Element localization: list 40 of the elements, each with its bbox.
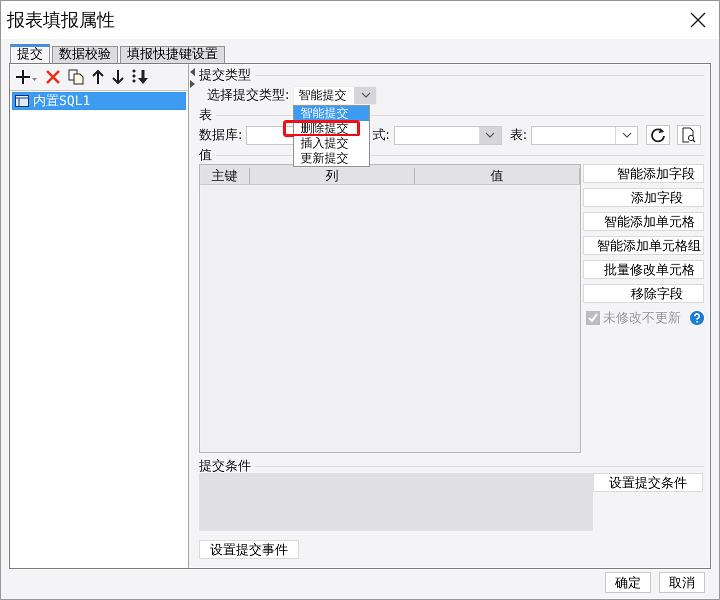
copy-icon[interactable] [68, 69, 84, 85]
arrow-down-icon[interactable] [112, 69, 124, 85]
delete-icon[interactable] [46, 70, 60, 84]
chevron-down-icon [360, 92, 371, 98]
field-label: 数据库: [199, 127, 242, 144]
help-icon[interactable] [690, 311, 704, 325]
preview-button[interactable] [677, 125, 702, 145]
action-button[interactable]: 智能添加字段 [583, 164, 704, 183]
action-button[interactable]: 移除字段 [583, 284, 704, 303]
condition-button[interactable]: 设置提交条件 [593, 473, 703, 492]
section-heading: 值 [199, 147, 212, 164]
tab[interactable]: 填报快捷键设置 [120, 46, 225, 63]
column-header: 主键 [200, 168, 250, 184]
window-title: 报表填报属性 [7, 9, 115, 32]
refresh-button[interactable] [646, 125, 670, 145]
field-label: 表: [510, 127, 528, 144]
tab[interactable]: 数据校验 [52, 46, 118, 63]
chevron-down-icon [485, 132, 496, 138]
column-header: 值 [415, 168, 580, 184]
section-heading: 提交类型 [199, 67, 251, 84]
section-heading: 表 [199, 107, 212, 124]
tab[interactable]: 提交 [10, 44, 50, 63]
action-button[interactable]: 添加字段 [583, 188, 704, 207]
action-button[interactable]: 批量修改单元格 [583, 260, 704, 279]
action-button[interactable]: 智能添加单元格 [583, 212, 704, 231]
submit-type-select[interactable]: 智能提交 [293, 86, 378, 104]
column-header: 列 [250, 168, 415, 184]
table-icon [15, 95, 29, 107]
arrow-up-icon[interactable] [92, 69, 104, 85]
action-button[interactable]: 智能添加单元格组 [583, 236, 704, 255]
dialog-button[interactable]: 确定 [605, 572, 651, 593]
field-label: 选择提交类型: [207, 87, 290, 104]
move-to-bottom-icon[interactable] [132, 69, 150, 85]
section-heading: 提交条件 [199, 458, 251, 475]
event-button[interactable]: 设置提交事件 [199, 540, 299, 559]
chevron-down-icon [622, 132, 632, 138]
field-label: 式: [372, 127, 390, 144]
checkbox-label: 未修改不更新 [603, 310, 682, 327]
add-icon[interactable] [16, 69, 38, 85]
dialog-button[interactable]: 取消 [659, 572, 705, 593]
